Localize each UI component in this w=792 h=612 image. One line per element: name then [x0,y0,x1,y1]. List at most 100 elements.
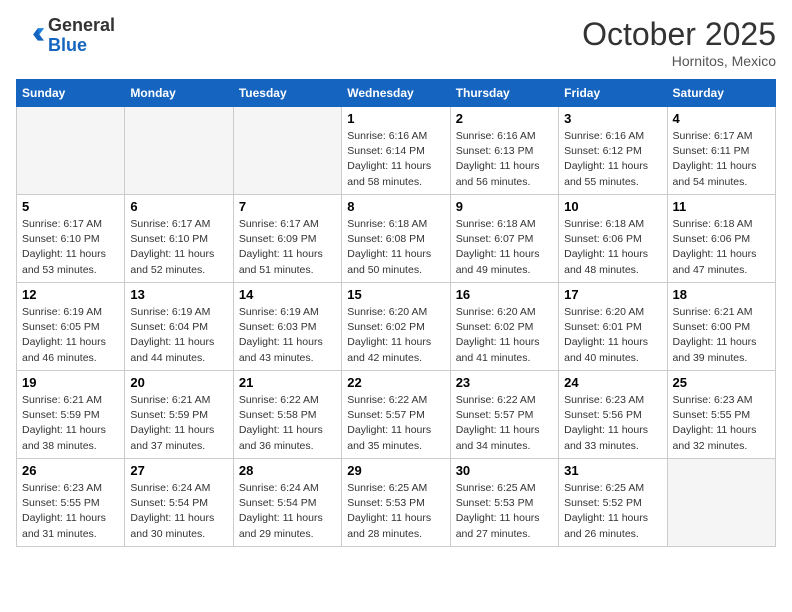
day-number: 28 [239,463,336,478]
day-number: 13 [130,287,227,302]
calendar-row: 12Sunrise: 6:19 AMSunset: 6:05 PMDayligh… [17,283,776,371]
day-info: Sunrise: 6:21 AMSunset: 6:00 PMDaylight:… [673,305,770,366]
calendar-cell: 21Sunrise: 6:22 AMSunset: 5:58 PMDayligh… [233,371,341,459]
day-info: Sunrise: 6:25 AMSunset: 5:52 PMDaylight:… [564,481,661,542]
header-thursday: Thursday [450,80,558,107]
calendar-cell: 30Sunrise: 6:25 AMSunset: 5:53 PMDayligh… [450,459,558,547]
day-number: 1 [347,111,444,126]
day-number: 4 [673,111,770,126]
calendar-cell: 18 Sunrise: 6:21 AMSunset: 6:00 PMDayligh… [667,283,775,371]
day-info: Sunrise: 6:16 AMSunset: 6:14 PMDaylight:… [347,129,444,190]
calendar-cell: 8 Sunrise: 6:18 AMSunset: 6:08 PMDaylight… [342,195,450,283]
day-info: Sunrise: 6:20 AMSunset: 6:01 PMDaylight:… [564,305,661,366]
calendar-cell: 5Sunrise: 6:17 AMSunset: 6:10 PMDaylight… [17,195,125,283]
header-tuesday: Tuesday [233,80,341,107]
calendar-cell: 25Sunrise: 6:23 AMSunset: 5:55 PMDayligh… [667,371,775,459]
calendar-row: 5Sunrise: 6:17 AMSunset: 6:10 PMDaylight… [17,195,776,283]
header-saturday: Saturday [667,80,775,107]
calendar-row: 1 Sunrise: 6:16 AMSunset: 6:14 PMDaylight… [17,107,776,195]
calendar-cell: 16 Sunrise: 6:20 AMSunset: 6:02 PMDayligh… [450,283,558,371]
calendar-table: Sunday Monday Tuesday Wednesday Thursday… [16,79,776,547]
logo-text: General Blue [48,16,115,56]
day-info: Sunrise: 6:20 AMSunset: 6:02 PMDaylight:… [456,305,553,366]
header-friday: Friday [559,80,667,107]
day-info: Sunrise: 6:16 AMSunset: 6:13 PMDaylight:… [456,129,553,190]
calendar-cell: 31 Sunrise: 6:25 AMSunset: 5:52 PMDayligh… [559,459,667,547]
calendar-cell: 7Sunrise: 6:17 AMSunset: 6:09 PMDaylight… [233,195,341,283]
day-info: Sunrise: 6:18 AMSunset: 6:08 PMDaylight:… [347,217,444,278]
header-monday: Monday [125,80,233,107]
day-info: Sunrise: 6:23 AMSunset: 5:55 PMDaylight:… [22,481,119,542]
day-number: 24 [564,375,661,390]
calendar-header-row: Sunday Monday Tuesday Wednesday Thursday… [17,80,776,107]
logo-general: General [48,15,115,35]
day-info: Sunrise: 6:23 AMSunset: 5:55 PMDaylight:… [673,393,770,454]
day-info: Sunrise: 6:25 AMSunset: 5:53 PMDaylight:… [347,481,444,542]
calendar-row: 19 Sunrise: 6:21 AMSunset: 5:59 PMDayligh… [17,371,776,459]
calendar-cell [667,459,775,547]
day-info: Sunrise: 6:19 AMSunset: 6:04 PMDaylight:… [130,305,227,366]
day-info: Sunrise: 6:20 AMSunset: 6:02 PMDaylight:… [347,305,444,366]
day-info: Sunrise: 6:22 AMSunset: 5:57 PMDaylight:… [456,393,553,454]
day-number: 12 [22,287,119,302]
calendar-cell: 26 Sunrise: 6:23 AMSunset: 5:55 PMDayligh… [17,459,125,547]
calendar-cell: 22 Sunrise: 6:22 AMSunset: 5:57 PMDayligh… [342,371,450,459]
day-number: 14 [239,287,336,302]
calendar-cell [125,107,233,195]
calendar-cell: 1 Sunrise: 6:16 AMSunset: 6:14 PMDaylight… [342,107,450,195]
day-number: 3 [564,111,661,126]
day-info: Sunrise: 6:21 AMSunset: 5:59 PMDaylight:… [130,393,227,454]
title-block: October 2025 Hornitos, Mexico [582,16,776,69]
day-number: 27 [130,463,227,478]
day-info: Sunrise: 6:22 AMSunset: 5:57 PMDaylight:… [347,393,444,454]
calendar-cell: 6 Sunrise: 6:17 AMSunset: 6:10 PMDaylight… [125,195,233,283]
day-number: 18 [673,287,770,302]
day-number: 20 [130,375,227,390]
day-info: Sunrise: 6:17 AMSunset: 6:10 PMDaylight:… [22,217,119,278]
day-number: 8 [347,199,444,214]
calendar-cell: 20 Sunrise: 6:21 AMSunset: 5:59 PMDayligh… [125,371,233,459]
header-sunday: Sunday [17,80,125,107]
day-number: 9 [456,199,553,214]
month-title: October 2025 [582,16,776,53]
location-subtitle: Hornitos, Mexico [582,53,776,69]
day-number: 29 [347,463,444,478]
day-number: 6 [130,199,227,214]
day-info: Sunrise: 6:17 AMSunset: 6:11 PMDaylight:… [673,129,770,190]
day-number: 15 [347,287,444,302]
day-info: Sunrise: 6:17 AMSunset: 6:10 PMDaylight:… [130,217,227,278]
calendar-cell: 9Sunrise: 6:18 AMSunset: 6:07 PMDaylight… [450,195,558,283]
calendar-cell: 29 Sunrise: 6:25 AMSunset: 5:53 PMDayligh… [342,459,450,547]
day-number: 31 [564,463,661,478]
calendar-cell: 2Sunrise: 6:16 AMSunset: 6:13 PMDaylight… [450,107,558,195]
day-info: Sunrise: 6:18 AMSunset: 6:06 PMDaylight:… [564,217,661,278]
day-number: 22 [347,375,444,390]
day-info: Sunrise: 6:17 AMSunset: 6:09 PMDaylight:… [239,217,336,278]
day-number: 17 [564,287,661,302]
header-wednesday: Wednesday [342,80,450,107]
calendar-cell: 13 Sunrise: 6:19 AMSunset: 6:04 PMDayligh… [125,283,233,371]
day-number: 19 [22,375,119,390]
day-info: Sunrise: 6:16 AMSunset: 6:12 PMDaylight:… [564,129,661,190]
day-number: 10 [564,199,661,214]
day-info: Sunrise: 6:24 AMSunset: 5:54 PMDaylight:… [130,481,227,542]
day-info: Sunrise: 6:21 AMSunset: 5:59 PMDaylight:… [22,393,119,454]
calendar-cell: 19 Sunrise: 6:21 AMSunset: 5:59 PMDayligh… [17,371,125,459]
calendar-cell: 24Sunrise: 6:23 AMSunset: 5:56 PMDayligh… [559,371,667,459]
day-info: Sunrise: 6:19 AMSunset: 6:03 PMDaylight:… [239,305,336,366]
logo-blue: Blue [48,35,87,55]
calendar-cell: 17 Sunrise: 6:20 AMSunset: 6:01 PMDayligh… [559,283,667,371]
calendar-cell [233,107,341,195]
page-header: General Blue October 2025 Hornitos, Mexi… [16,16,776,69]
logo: General Blue [16,16,115,56]
calendar-row: 26 Sunrise: 6:23 AMSunset: 5:55 PMDayligh… [17,459,776,547]
calendar-cell: 11Sunrise: 6:18 AMSunset: 6:06 PMDayligh… [667,195,775,283]
calendar-cell: 15 Sunrise: 6:20 AMSunset: 6:02 PMDayligh… [342,283,450,371]
day-info: Sunrise: 6:22 AMSunset: 5:58 PMDaylight:… [239,393,336,454]
day-info: Sunrise: 6:25 AMSunset: 5:53 PMDaylight:… [456,481,553,542]
calendar-cell: 4 Sunrise: 6:17 AMSunset: 6:11 PMDaylight… [667,107,775,195]
day-number: 16 [456,287,553,302]
day-number: 26 [22,463,119,478]
logo-icon [16,22,44,50]
calendar-cell: 14 Sunrise: 6:19 AMSunset: 6:03 PMDayligh… [233,283,341,371]
